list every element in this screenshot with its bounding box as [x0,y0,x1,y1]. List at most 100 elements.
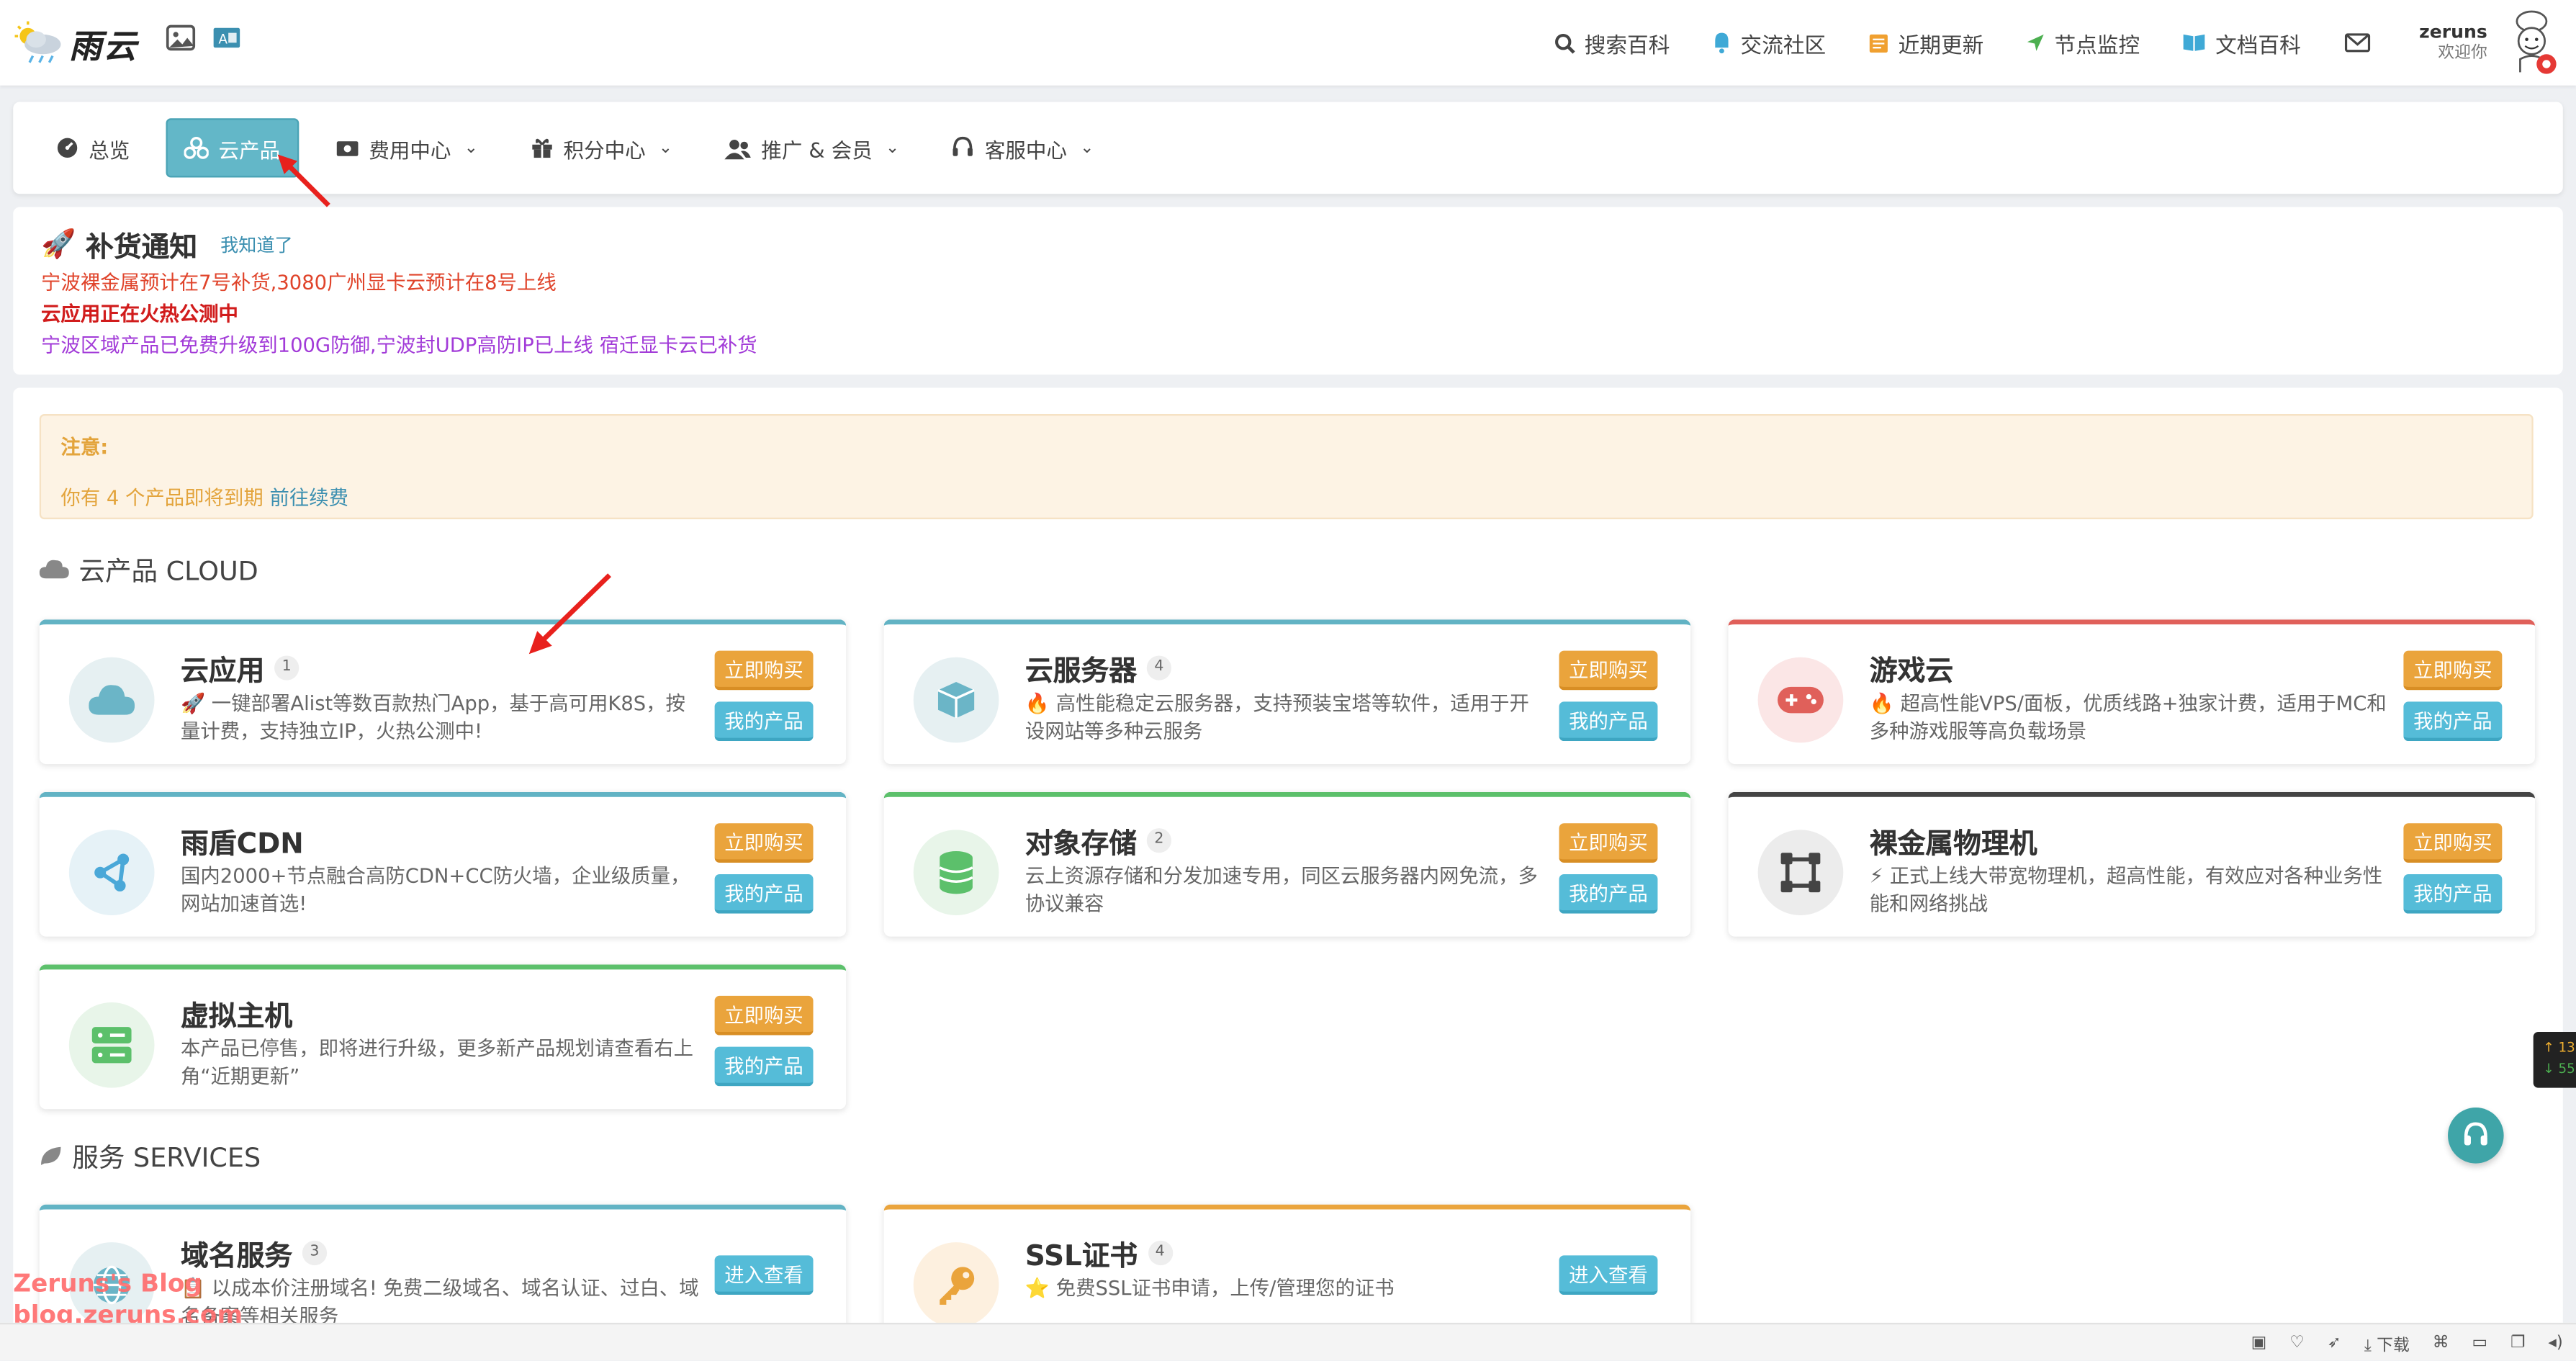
buy-now-button[interactable]: 立即购买 [1559,823,1658,863]
product-card: 虚拟主机 本产品已停售，即将进行升级，更多新产品规划请查看右上角“近期更新” 立即购… [39,964,847,1110]
card-title[interactable]: 雨盾CDN [181,820,304,861]
my-products-button[interactable]: 我的产品 [2403,873,2503,914]
mail-icon [2343,33,2369,53]
notice-line: 宁波区域产品已免费升级到100G防御,宁波封UDP高防IP已上线 宿迁显卡云已补… [41,333,757,357]
user-info[interactable]: zeruns 欢迎你 [2419,22,2487,64]
buy-now-button[interactable]: 立即购买 [1559,650,1658,691]
top-header: 雨云 A 搜索百科 交流社区 近期更新 节点监控 文档百科 zeruns 欢迎你 [0,0,2576,86]
main-panel: 注意: 你有 4 个产品即将到期 前往续费 云产品 CLOUD 云应用 1 🚀 一键… [13,387,2563,1342]
copy-icon[interactable]: ❐ [2510,1334,2525,1352]
server-icon [68,1002,155,1088]
headset-icon [2464,1122,2487,1146]
my-products-button[interactable]: 我的产品 [1559,701,1658,742]
card-title[interactable]: SSL证书 4 [1025,1232,1173,1273]
card-title[interactable]: 虚拟主机 [181,992,292,1034]
my-products-button[interactable]: 我的产品 [714,1046,814,1087]
dashboard-icon [57,138,78,158]
volume-icon[interactable]: ◂) [2548,1334,2562,1352]
card-title[interactable]: 游戏云 [1870,647,1953,688]
count-badge: 4 [1146,655,1171,680]
billing-icon [335,140,358,156]
notice-title: 🚀 补货通知 我知道了 [41,228,293,265]
buy-now-button[interactable]: 立即购买 [2403,650,2503,691]
avatar[interactable] [2504,10,2560,76]
card-description: 🔥 高性能稳定云服务器，支持预装宝塔等软件，适用于开设网站等多种云服务 [1024,691,1529,743]
top-nav: 搜索百科 交流社区 近期更新 节点监控 文档百科 zeruns 欢迎你 [1555,0,2576,86]
topnav-docs[interactable]: 文档百科 [2182,27,2301,58]
menu-points[interactable]: 积分中心 ⌄ [514,118,689,177]
user-welcome: 欢迎你 [2438,44,2487,63]
svg-text:A: A [218,32,228,47]
box-icon [913,657,999,743]
topnav-updates[interactable]: 近期更新 [1869,27,1983,58]
menu-promotion[interactable]: 推广 & 会员 ⌄ [708,118,916,177]
heart-icon[interactable]: ♡ [2289,1334,2304,1352]
my-products-button[interactable]: 我的产品 [714,873,814,914]
card-description: 🔥 超高性能VPS/面板，优质线路+独家计费，适用于MC和多种游戏服等高负载场景 [1869,691,2387,743]
card-title[interactable]: 云服务器 4 [1025,647,1171,688]
card-title[interactable]: 裸金属物理机 [1870,820,2037,861]
topnav-search[interactable]: 搜索百科 [1555,27,1670,58]
renew-link[interactable]: 前往续费 [269,486,348,509]
menu-billing[interactable]: 费用中心 ⌄ [318,118,495,177]
rocket-icon[interactable]: ➶ [2328,1334,2341,1352]
card-description: ⭐ 免费SSL证书申请，上传/管理您的证书 [1024,1277,1395,1300]
logo[interactable]: 雨云 [13,15,138,71]
alert-message: 你有 4 个产品即将到期 前往续费 [60,486,349,510]
leaf-icon [41,1146,61,1164]
my-products-button[interactable]: 我的产品 [1559,873,1658,914]
search-icon [1556,32,1576,53]
translate-icon[interactable]: A [212,24,241,51]
cloud-icon [68,657,155,743]
screenshot-icon[interactable]: ▣ [2251,1334,2267,1352]
card-description: 国内2000+节点融合高防CDN+CC防火墙，企业级质量，网站加速首选! [181,864,690,916]
download-button[interactable]: ⤓ 下载 [2364,1330,2410,1355]
blog-watermark: Zeruns's Blog blog.zeruns.com [13,1268,243,1330]
notice-line: 云应用正在火热公测中 [41,302,238,325]
product-card: 对象存储 2 云上资源存储和分发加速专用，同区云服务器内网免流，多协议兼容 立即购买我… [883,791,1691,937]
product-card: 裸金属物理机 ⚡ 正式上线大带宽物理机，超高性能，有效应对各种业务性能和网络挑战立… [1728,791,2535,937]
gamepad-icon [1757,657,1844,743]
card-title[interactable]: 云应用 1 [181,647,300,688]
notice-ack-link[interactable]: 我知道了 [220,231,292,258]
restock-notice: 🚀 补货通知 我知道了 宁波裸金属预计在7号补货,3080广州显卡云预计在8号上… [13,207,2563,375]
avatar-chef-icon [2516,10,2557,74]
buy-now-button[interactable]: 立即购买 [2403,823,2503,863]
support-chat-button[interactable] [2448,1108,2504,1164]
extension-icon[interactable]: ⌘ [2433,1334,2449,1352]
card-title[interactable]: 对象存储 2 [1025,820,1171,861]
topnav-community[interactable]: 交流社区 [1713,27,1826,58]
topnav-monitor[interactable]: 节点监控 [2027,27,2140,58]
menu-cloud-products[interactable]: 云产品 [166,118,299,178]
section-cloud-title: 云产品 CLOUD [39,549,258,588]
expiry-alert: 注意: 你有 4 个产品即将到期 前往续费 [39,414,2534,520]
window-icon[interactable]: ▭ [2472,1334,2487,1352]
product-card: 云应用 1 🚀 一键部署Alist等数百款热门App，基于高可用K8S，按量计费，支… [39,619,847,765]
product-card: 游戏云 🔥 超高性能VPS/面板，优质线路+独家计费，适用于MC和多种游戏服等高负… [1728,619,2535,765]
menu-overview[interactable]: 总览 [40,118,146,177]
network-monitor: ↑ 13 ↓ 55 [2533,1032,2576,1088]
buy-now-button[interactable]: 立即购买 [714,650,814,691]
menu-support[interactable]: 客服中心 ⌄ [935,118,1110,177]
card-title[interactable]: 域名服务 3 [181,1232,328,1273]
my-products-button[interactable]: 我的产品 [714,701,814,742]
cloud-icon [39,559,69,578]
vector-square-icon [1757,830,1844,916]
notice-lines: 宁波裸金属预计在7号补货,3080广州显卡云预计在8号上线 云应用正在火热公测中宁… [41,268,2535,361]
my-products-button[interactable]: 我的产品 [2403,701,2503,742]
community-icon [1716,32,1729,54]
buy-now-button[interactable]: 立即购买 [714,823,814,863]
section-services-title: 服务 SERVICES [40,1136,261,1175]
image-icon[interactable] [166,24,196,51]
alert-title: 注意: [60,435,109,459]
mail-button[interactable] [2343,33,2370,53]
count-badge: 1 [274,655,300,680]
buy-now-button[interactable]: 立即购买 [714,995,814,1036]
card-description: 🚀 一键部署Alist等数百款热门App，基于高可用K8S，按量计费，支持独立I… [181,691,685,743]
service-card: SSL证书 4 ⭐ 免费SSL证书申请，上传/管理您的证书 进入查看 [883,1204,1691,1342]
headset-icon [953,136,973,156]
page: 雨云 A 搜索百科 交流社区 近期更新 节点监控 文档百科 zeruns 欢迎你… [0,0,2576,1361]
enter-button[interactable]: 进入查看 [714,1255,814,1295]
user-name: zeruns [2419,21,2487,43]
enter-button[interactable]: 进入查看 [1559,1255,1658,1295]
